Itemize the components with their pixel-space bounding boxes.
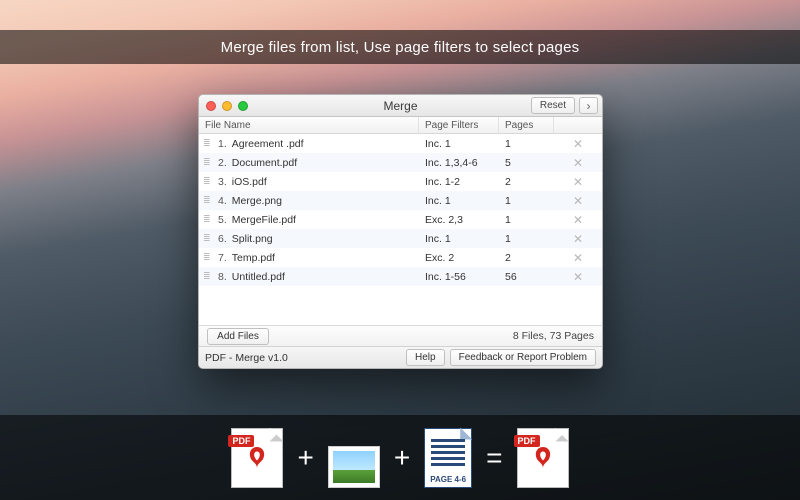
row-index: 2.	[218, 157, 227, 169]
formula-banner: PDF + + PAGE 4-6 = PDF	[0, 415, 800, 500]
hero-caption: Merge files from list, Use page filters …	[0, 30, 800, 64]
file-name: Untitled.pdf	[232, 271, 285, 283]
file-name: Temp.pdf	[232, 252, 275, 264]
remove-row-icon[interactable]: ✕	[573, 232, 583, 246]
row-index: 8.	[218, 271, 227, 283]
pages-value: 1	[499, 214, 554, 226]
row-index: 7.	[218, 252, 227, 264]
drag-handle-icon[interactable]: ≣	[203, 158, 213, 167]
footer-app: PDF - Merge v1.0 Help Feedback or Report…	[199, 346, 602, 368]
chevron-right-icon: ›	[587, 99, 591, 113]
drag-handle-icon[interactable]: ≣	[203, 196, 213, 205]
pages-value: 5	[499, 157, 554, 169]
file-name: Document.pdf	[232, 157, 297, 169]
file-name: MergeFile.pdf	[232, 214, 296, 226]
page-filter-value[interactable]: Inc. 1-2	[419, 176, 499, 188]
file-name: Agreement .pdf	[232, 138, 304, 150]
drag-handle-icon[interactable]: ≣	[203, 177, 213, 186]
drag-handle-icon[interactable]: ≣	[203, 215, 213, 224]
remove-row-icon[interactable]: ✕	[573, 137, 583, 151]
equals-icon: =	[486, 442, 502, 474]
drag-handle-icon[interactable]: ≣	[203, 234, 213, 243]
file-name: Split.png	[232, 233, 273, 245]
titlebar: Merge Reset ›	[199, 95, 602, 117]
row-index: 5.	[218, 214, 227, 226]
proceed-button[interactable]: ›	[579, 97, 598, 114]
remove-row-icon[interactable]: ✕	[573, 175, 583, 189]
row-index: 6.	[218, 233, 227, 245]
table-row[interactable]: ≣ 8. Untitled.pdf Inc. 1-5656 ✕	[199, 267, 602, 286]
column-header: File Name Page Filters Pages	[199, 117, 602, 134]
plus-icon: +	[394, 442, 410, 474]
table-row[interactable]: ≣ 5. MergeFile.pdf Exc. 2,31 ✕	[199, 210, 602, 229]
row-index: 1.	[218, 138, 227, 150]
row-index: 4.	[218, 195, 227, 207]
remove-row-icon[interactable]: ✕	[573, 194, 583, 208]
pages-value: 2	[499, 176, 554, 188]
page-filter-value[interactable]: Inc. 1,3,4-6	[419, 157, 499, 169]
remove-row-icon[interactable]: ✕	[573, 156, 583, 170]
table-row[interactable]: ≣ 4. Merge.png Inc. 11 ✕	[199, 191, 602, 210]
pages-value: 1	[499, 233, 554, 245]
file-count-summary: 8 Files, 73 Pages	[513, 330, 594, 342]
col-file-name[interactable]: File Name	[199, 117, 419, 133]
drag-handle-icon[interactable]: ≣	[203, 253, 213, 262]
feedback-button[interactable]: Feedback or Report Problem	[450, 349, 596, 366]
page-filter-value[interactable]: Inc. 1	[419, 233, 499, 245]
remove-row-icon[interactable]: ✕	[573, 251, 583, 265]
pages-value: 1	[499, 195, 554, 207]
table-row[interactable]: ≣ 3. iOS.pdf Inc. 1-22 ✕	[199, 172, 602, 191]
page-range-icon: PAGE 4-6	[424, 428, 472, 488]
remove-row-icon[interactable]: ✕	[573, 270, 583, 284]
footer-summary: Add Files 8 Files, 73 Pages	[199, 325, 602, 346]
remove-row-icon[interactable]: ✕	[573, 213, 583, 227]
col-pages[interactable]: Pages	[499, 117, 554, 133]
page-filter-value[interactable]: Exc. 2,3	[419, 214, 499, 226]
file-list: ≣1.Agreement .pdfInc. 11✕≣2.Document.pdf…	[199, 134, 602, 325]
traffic-lights	[206, 101, 248, 111]
table-row[interactable]: ≣ 1. Agreement .pdf Inc. 11 ✕	[199, 134, 602, 153]
merge-window: Merge Reset › File Name Page Filters Pag…	[198, 94, 603, 369]
pdf-file-icon: PDF	[517, 428, 569, 488]
drag-handle-icon[interactable]: ≣	[203, 272, 213, 281]
pages-value: 2	[499, 252, 554, 264]
drag-handle-icon[interactable]: ≣	[203, 139, 213, 148]
pages-value: 56	[499, 271, 554, 283]
file-name: iOS.pdf	[232, 176, 267, 188]
page-filter-value[interactable]: Inc. 1	[419, 138, 499, 150]
page-range-label: PAGE 4-6	[425, 475, 471, 484]
pages-value: 1	[499, 138, 554, 150]
table-row[interactable]: ≣ 6. Split.png Inc. 11 ✕	[199, 229, 602, 248]
table-row[interactable]: ≣ 7. Temp.pdf Exc. 22 ✕	[199, 248, 602, 267]
zoom-icon[interactable]	[238, 101, 248, 111]
file-name: Merge.png	[232, 195, 282, 207]
minimize-icon[interactable]	[222, 101, 232, 111]
page-filter-value[interactable]: Inc. 1-56	[419, 271, 499, 283]
help-button[interactable]: Help	[406, 349, 445, 366]
reset-button[interactable]: Reset	[531, 97, 575, 114]
pdf-file-icon: PDF	[231, 428, 283, 488]
image-file-icon	[328, 446, 380, 488]
plus-icon: +	[297, 442, 313, 474]
row-index: 3.	[218, 176, 227, 188]
col-page-filters[interactable]: Page Filters	[419, 117, 499, 133]
hero-caption-text: Merge files from list, Use page filters …	[221, 39, 580, 56]
table-row[interactable]: ≣ 2. Document.pdf Inc. 1,3,4-65 ✕	[199, 153, 602, 172]
close-icon[interactable]	[206, 101, 216, 111]
page-filter-value[interactable]: Exc. 2	[419, 252, 499, 264]
col-remove	[554, 117, 602, 133]
add-files-button[interactable]: Add Files	[207, 328, 269, 345]
page-filter-value[interactable]: Inc. 1	[419, 195, 499, 207]
app-version: PDF - Merge v1.0	[205, 352, 288, 364]
